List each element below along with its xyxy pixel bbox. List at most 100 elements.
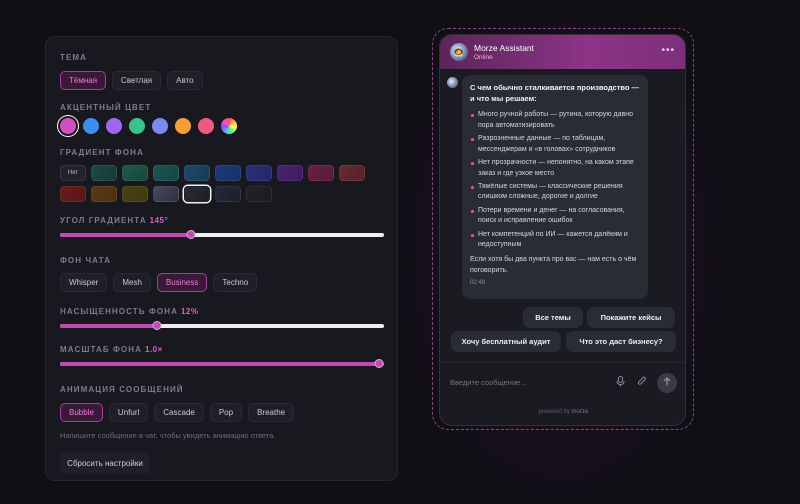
list-item: Тяжёлые системы — классические решения с…	[470, 182, 640, 203]
slider-fill	[60, 362, 384, 366]
angle-label: УГОЛ ГРАДИЕНТА	[60, 216, 147, 225]
brand-name: morze	[571, 409, 589, 415]
animation-option-cascade[interactable]: Cascade	[154, 403, 204, 422]
assistant-message: С чем обычно сталкивается производство —…	[462, 75, 648, 299]
send-button[interactable]	[657, 372, 677, 393]
chat-widget: 🧑‍🚀 Morze Assistant Online ••• С чем обы…	[439, 34, 686, 426]
arrow-up-icon	[663, 377, 671, 388]
gradient-option[interactable]	[91, 186, 117, 202]
saturation-section-label: НАСЫЩЕННОСТЬ ФОНА 12%	[60, 307, 383, 316]
assistant-name: Morze Assistant	[474, 43, 534, 53]
accent-swatch-orange[interactable]	[175, 118, 191, 134]
scale-section-label: МАСШТАБ ФОНА 1.0×	[60, 345, 383, 354]
message-composer	[440, 362, 685, 402]
animation-option-breathe[interactable]: Breathe	[248, 403, 295, 422]
assistant-status: Online	[474, 54, 493, 61]
scale-slider[interactable]	[60, 359, 384, 369]
attachment-icon[interactable]	[637, 376, 647, 390]
message-avatar-icon	[447, 77, 458, 88]
gradient-option[interactable]	[122, 186, 148, 202]
animation-option-pop[interactable]: Pop	[209, 403, 243, 422]
theme-option-light[interactable]: Светлая	[112, 71, 162, 90]
quick-reply-all-topics[interactable]: Все темы	[523, 307, 583, 328]
accent-swatch-rainbow[interactable]	[221, 118, 237, 134]
gradient-option[interactable]	[308, 165, 334, 181]
list-item: Разрозненные данные — по таблицам, мессе…	[470, 134, 640, 155]
gradient-option[interactable]	[184, 165, 210, 181]
accent-swatch-green[interactable]	[129, 118, 145, 134]
message-timestamp: 02:48	[470, 280, 486, 287]
accent-swatch-periwinkle[interactable]	[152, 118, 168, 134]
saturation-slider[interactable]	[60, 321, 384, 331]
gradient-option[interactable]	[339, 165, 365, 181]
message-input[interactable]	[450, 378, 604, 387]
angle-value: 145°	[149, 216, 169, 225]
powered-prefix: powered by	[538, 409, 570, 415]
animation-hint: Напишите сообщение в чат, чтобы увидеть …	[60, 431, 276, 440]
animation-option-bubble[interactable]: Bubble	[60, 403, 103, 422]
gradient-option[interactable]	[60, 186, 86, 202]
gradient-section-label: ГРАДИЕНТ ФОНА	[60, 148, 144, 157]
message-title: С чем обычно сталкивается производство —…	[470, 83, 640, 103]
animation-option-unfurl[interactable]: Unfurl	[108, 403, 149, 422]
gradient-option[interactable]	[215, 186, 241, 202]
angle-slider[interactable]	[60, 230, 384, 240]
gradient-option[interactable]	[122, 165, 148, 181]
message-outro: Если хотя бы два пункта про вас — нам ес…	[470, 255, 637, 274]
message-list: Много ручной работы — рутина, которую да…	[470, 110, 640, 251]
chat-bg-selector: Whisper Mesh Business Techno	[60, 273, 383, 292]
list-item: Нет прозрачности — непонятно, на каком э…	[470, 158, 640, 179]
accent-color-picker	[60, 118, 383, 134]
angle-section-label: УГОЛ ГРАДИЕНТА 145°	[60, 216, 383, 225]
quick-reply-free-audit[interactable]: Хочу бесплатный аудит	[451, 331, 561, 352]
chat-bg-option-mesh[interactable]: Mesh	[113, 273, 151, 292]
microphone-icon[interactable]	[616, 375, 625, 390]
accent-swatch-blue[interactable]	[83, 118, 99, 134]
theme-option-dark[interactable]: Тёмная	[60, 71, 107, 90]
theme-selector: Тёмная Светлая Авто	[60, 71, 383, 90]
list-item: Много ручной работы — рутина, которую да…	[470, 110, 640, 131]
accent-swatch-pink[interactable]	[60, 118, 76, 134]
accent-swatch-purple[interactable]	[106, 118, 122, 134]
chat-bg-section-label: ФОН ЧАТА	[60, 256, 112, 265]
animation-section-label: АНИМАЦИЯ СООБЩЕНИЙ	[60, 385, 184, 394]
gradient-option[interactable]	[153, 186, 179, 202]
slider-thumb[interactable]	[186, 230, 196, 239]
scale-value: 1.0×	[145, 345, 163, 354]
chat-bg-option-techno[interactable]: Techno	[213, 273, 258, 292]
accent-swatch-rose[interactable]	[198, 118, 214, 134]
slider-fill	[60, 233, 191, 237]
animation-selector: Bubble Unfurl Cascade Pop Breathe	[60, 403, 383, 422]
gradient-option[interactable]	[91, 165, 117, 181]
chat-bg-option-whisper[interactable]: Whisper	[60, 273, 108, 292]
assistant-avatar-icon: 🧑‍🚀	[450, 43, 468, 61]
chat-header-title: Morze Assistant Online	[474, 43, 534, 61]
gradient-option-selected[interactable]	[184, 186, 210, 202]
slider-thumb[interactable]	[152, 321, 162, 330]
gradient-none[interactable]: Нет	[60, 165, 86, 181]
chat-header: 🧑‍🚀 Morze Assistant Online •••	[440, 35, 685, 69]
settings-panel: ТЕМА Тёмная Светлая Авто АКЦЕНТНЫЙ ЦВЕТ …	[45, 36, 398, 481]
list-item: Потери времени и денег — на согласования…	[470, 206, 640, 227]
saturation-label: НАСЫЩЕННОСТЬ ФОНА	[60, 307, 178, 316]
accent-section-label: АКЦЕНТНЫЙ ЦВЕТ	[60, 103, 152, 112]
gradient-option[interactable]	[215, 165, 241, 181]
gradient-option[interactable]	[246, 165, 272, 181]
reset-settings-button[interactable]: Сбросить настройки	[60, 452, 150, 474]
gradient-option[interactable]	[277, 165, 303, 181]
powered-by: powered by morze	[440, 409, 685, 415]
slider-fill	[60, 324, 158, 328]
gradient-grid: Нет	[60, 165, 383, 202]
gradient-option[interactable]	[246, 186, 272, 202]
slider-thumb[interactable]	[374, 359, 384, 368]
theme-option-auto[interactable]: Авто	[167, 71, 203, 90]
chat-bg-option-business[interactable]: Business	[156, 273, 208, 292]
quick-reply-show-cases[interactable]: Покажите кейсы	[587, 307, 675, 328]
gradient-option[interactable]	[153, 165, 179, 181]
quick-reply-business-value[interactable]: Что это даст бизнесу?	[566, 331, 676, 352]
theme-section-label: ТЕМА	[60, 53, 88, 62]
more-options-icon[interactable]: •••	[661, 45, 675, 56]
saturation-value: 12%	[180, 307, 199, 316]
scale-label: МАСШТАБ ФОНА	[60, 345, 142, 354]
list-item: Нет компетенций по ИИ — кажется далёким …	[470, 230, 640, 251]
